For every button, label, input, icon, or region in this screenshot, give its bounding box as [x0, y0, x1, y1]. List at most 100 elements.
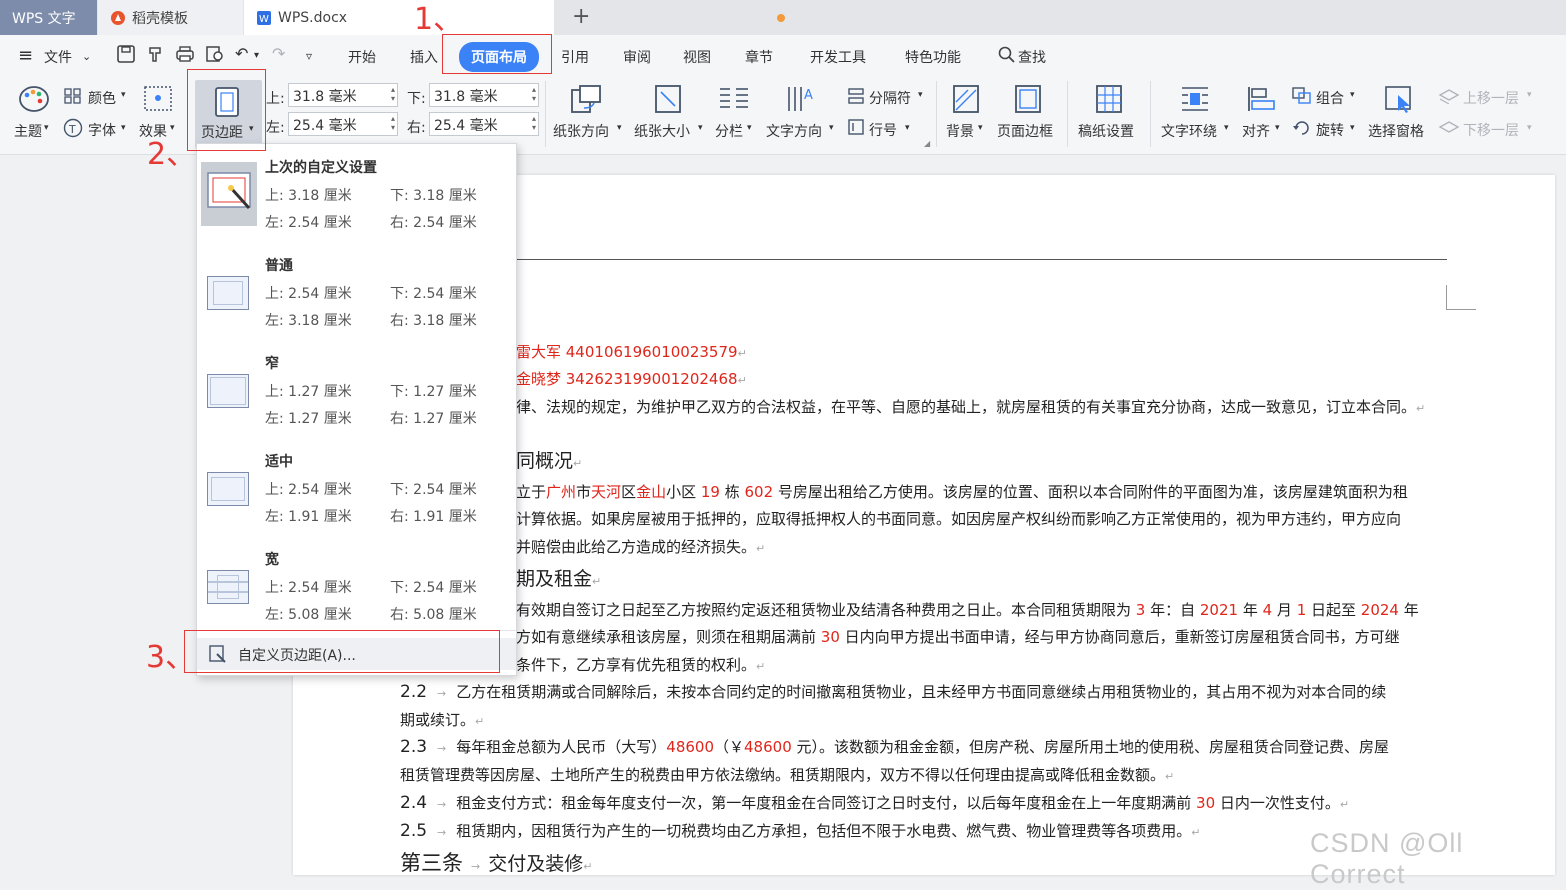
start-month: 4 — [1262, 601, 1273, 619]
orientation-icon[interactable] — [570, 84, 602, 118]
selection-pane-label[interactable]: 选择窗格 — [1368, 121, 1424, 141]
undo-icon[interactable]: ↶ — [235, 44, 248, 63]
tab-template[interactable]: 稻壳模板 — [98, 0, 243, 35]
effect-icon[interactable] — [144, 86, 172, 116]
separator-chevron-icon[interactable]: ▾ — [918, 90, 923, 100]
right-margin-input[interactable]: 25.4 毫米 ▴ ▾ — [429, 112, 539, 136]
theme-palette-icon[interactable] — [18, 85, 50, 117]
new-tab-plus-icon[interactable]: + — [572, 4, 590, 29]
undo-chevron-icon[interactable]: ▾ — [254, 50, 259, 61]
right-margin-spinner-icon[interactable]: ▴ ▾ — [532, 114, 536, 132]
line-number-label[interactable]: 行号 — [869, 120, 897, 140]
option-right: 右: 3.18 厘米 — [390, 313, 477, 329]
redo-icon[interactable]: ↷ — [272, 44, 285, 63]
rotate-icon[interactable] — [1292, 118, 1312, 140]
text-direction-label[interactable]: 文字方向 — [766, 121, 822, 141]
narrow-margin-thumb-icon — [207, 374, 249, 408]
menu-file-chevron-icon[interactable]: ⌄ — [82, 50, 91, 63]
background-label[interactable]: 背景 — [946, 121, 974, 141]
send-backward-chevron-icon[interactable]: ▾ — [1527, 123, 1532, 133]
print-preview-icon[interactable] — [205, 45, 225, 67]
orientation-chevron-icon[interactable]: ▾ — [617, 123, 622, 133]
columns-chevron-icon[interactable]: ▾ — [747, 123, 752, 133]
paper-size-label[interactable]: 纸张大小 — [634, 121, 690, 141]
group-chevron-icon[interactable]: ▾ — [1350, 90, 1355, 100]
orientation-label[interactable]: 纸张方向 — [553, 121, 609, 141]
margin-option-normal[interactable]: 普通 上: 2.54 厘米 下: 2.54 厘米 左: 3.18 厘米 右: 3… — [197, 250, 516, 342]
quick-access-more-icon[interactable]: ▿ — [306, 49, 312, 63]
font-chevron-icon[interactable]: ▾ — [121, 123, 126, 133]
align-label[interactable]: 对齐 — [1242, 121, 1270, 141]
bring-forward-label[interactable]: 上移一层 — [1463, 88, 1519, 108]
group-icon[interactable] — [1292, 87, 1312, 109]
page-border-icon[interactable] — [1014, 84, 1042, 118]
text-wrap-icon[interactable] — [1180, 85, 1210, 117]
format-painter-icon[interactable] — [147, 45, 165, 67]
menu-review[interactable]: 审阅 — [623, 47, 651, 67]
selection-pane-icon[interactable] — [1384, 85, 1414, 117]
align-icon[interactable] — [1246, 85, 1276, 117]
separator-label[interactable]: 分隔符 — [869, 88, 911, 108]
menu-start[interactable]: 开始 — [348, 47, 376, 67]
color-label[interactable]: 颜色 — [88, 88, 116, 108]
line-number-chevron-icon[interactable]: ▾ — [905, 123, 910, 133]
menu-file[interactable]: 文件 — [44, 47, 72, 67]
rotate-label[interactable]: 旋转 — [1316, 120, 1344, 140]
separator-icon[interactable] — [847, 87, 865, 109]
font-label[interactable]: 字体 — [88, 120, 116, 140]
margin-option-moderate[interactable]: 适中 上: 2.54 厘米 下: 2.54 厘米 左: 1.91 厘米 右: 1… — [197, 446, 516, 538]
bring-forward-chevron-icon[interactable]: ▾ — [1527, 90, 1532, 100]
background-chevron-icon[interactable]: ▾ — [978, 123, 983, 133]
top-margin-input[interactable]: 31.8 毫米 ▴ ▾ — [288, 83, 398, 107]
menu-section[interactable]: 章节 — [745, 47, 773, 67]
margin-option-last-custom[interactable]: 上次的自定义设置 上: 3.18 厘米 下: 3.18 厘米 左: 2.54 厘… — [197, 152, 516, 244]
top-margin-spinner-icon[interactable]: ▴ ▾ — [391, 85, 395, 103]
margin-option-wide[interactable]: 宽 上: 2.54 厘米 下: 2.54 厘米 左: 5.08 厘米 右: 5.… — [197, 544, 516, 636]
left-margin-spinner-icon[interactable]: ▴ ▾ — [391, 114, 395, 132]
columns-label[interactable]: 分栏 — [715, 121, 743, 141]
send-backward-label[interactable]: 下移一层 — [1463, 120, 1519, 140]
menu-reference[interactable]: 引用 — [561, 47, 589, 67]
page-setup-launcher-icon[interactable]: ◢ — [924, 139, 930, 148]
print-icon[interactable] — [175, 45, 195, 67]
hamburger-menu-icon[interactable]: ≡ — [18, 45, 33, 66]
rotate-chevron-icon[interactable]: ▾ — [1350, 123, 1355, 133]
background-icon[interactable] — [952, 84, 980, 118]
left-margin-input[interactable]: 25.4 毫米 ▴ ▾ — [288, 112, 398, 136]
align-chevron-icon[interactable]: ▾ — [1275, 123, 1280, 133]
text-direction-icon[interactable]: A — [786, 83, 816, 117]
draft-paper-label[interactable]: 稿纸设置 — [1078, 121, 1134, 141]
text-wrap-label[interactable]: 文字环绕 — [1161, 121, 1217, 141]
text-run: 年 — [1238, 601, 1263, 619]
columns-icon[interactable] — [718, 85, 750, 117]
margin-option-narrow[interactable]: 窄 上: 1.27 厘米 下: 1.27 厘米 左: 1.27 厘米 右: 1.… — [197, 348, 516, 440]
text-direction-chevron-icon[interactable]: ▾ — [829, 123, 834, 133]
save-icon[interactable] — [117, 45, 135, 67]
menu-search[interactable]: 查找 — [1018, 47, 1046, 67]
search-icon[interactable] — [998, 46, 1016, 68]
text-wrap-chevron-icon[interactable]: ▾ — [1224, 123, 1229, 133]
menu-special[interactable]: 特色功能 — [905, 47, 961, 67]
bring-forward-icon[interactable] — [1438, 86, 1460, 108]
text-run: 租金支付方式：租金每年度支付一次，第一年度租金在合同签订之日时支付，以后每年度租… — [456, 794, 1197, 812]
font-theme-icon[interactable]: T — [63, 118, 83, 142]
paper-size-icon[interactable] — [654, 84, 682, 118]
paper-size-chevron-icon[interactable]: ▾ — [698, 123, 703, 133]
line-number-icon[interactable] — [847, 118, 865, 140]
color-grid-icon[interactable] — [64, 88, 82, 108]
group-label[interactable]: 组合 — [1316, 88, 1344, 108]
theme-chevron-icon[interactable]: ▾ — [44, 123, 49, 133]
menu-insert[interactable]: 插入 — [410, 47, 438, 67]
clause-number: 2.4 — [400, 793, 428, 813]
send-backward-icon[interactable] — [1438, 118, 1460, 140]
page-border-label[interactable]: 页面边框 — [997, 121, 1053, 141]
color-chevron-icon[interactable]: ▾ — [121, 90, 126, 100]
tab-document[interactable]: W WPS.docx — [244, 0, 785, 35]
menu-view[interactable]: 视图 — [683, 47, 711, 67]
bottom-margin-spinner-icon[interactable]: ▴ ▾ — [532, 85, 536, 103]
menu-devtools[interactable]: 开发工具 — [810, 47, 866, 67]
theme-label[interactable]: 主题 — [14, 121, 42, 141]
draft-paper-icon[interactable] — [1095, 84, 1123, 118]
tab-wps-writer[interactable]: WPS 文字 — [0, 0, 97, 35]
bottom-margin-input[interactable]: 31.8 毫米 ▴ ▾ — [429, 83, 539, 107]
